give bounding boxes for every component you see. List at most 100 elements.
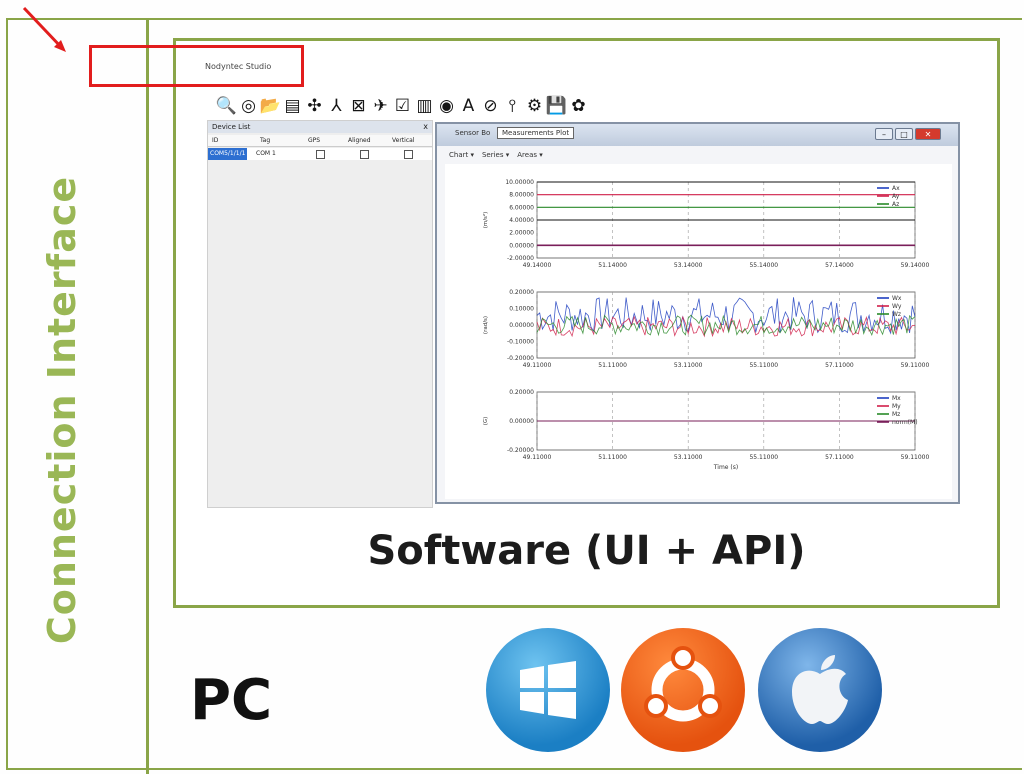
slide-divider	[146, 18, 149, 774]
column-header-vertical[interactable]: Vertical	[392, 135, 414, 147]
device-list-header: ID Tag GPS Aligned Vertical	[208, 135, 432, 147]
axes-icon[interactable]: ⅄	[327, 97, 346, 116]
x-tick-label: 49.11000	[523, 362, 552, 369]
target-icon[interactable]: ◎	[239, 97, 258, 116]
x-tick-label: 57.11000	[825, 362, 854, 369]
device-list-title: Device List	[208, 121, 432, 133]
close-button[interactable]: ✕	[915, 128, 941, 140]
plane-icon[interactable]: ✈	[371, 97, 390, 116]
y-tick-label: 0.00000	[509, 242, 534, 249]
x-tick-label: 51.14000	[598, 262, 627, 269]
x-tick-label: 59.14000	[901, 262, 930, 269]
connection-interface-label: Connection Interface	[40, 175, 84, 645]
x-tick-label: 53.11000	[674, 454, 703, 461]
x-tick-label: 57.14000	[825, 262, 854, 269]
title-highlight-box	[89, 45, 304, 87]
plot-area: 10.00000 8.00000 6.00000 4.00000 2.00000 0.00…	[445, 164, 952, 499]
compass-icon[interactable]: ⊘	[481, 97, 500, 116]
column-header-gps[interactable]: GPS	[308, 135, 320, 147]
vertical-checkbox[interactable]	[404, 150, 413, 159]
device-tag-cell: COM 1	[256, 150, 276, 157]
image-icon[interactable]: ⊠	[349, 97, 368, 116]
y-axis-label: (m/s²)	[482, 212, 489, 229]
y-tick-label: 2.00000	[509, 230, 534, 237]
device-id-cell[interactable]: COM5/1/1/1	[208, 148, 248, 160]
y-tick-label: -0.20000	[507, 447, 534, 454]
legend-entry: Ay	[892, 193, 900, 200]
x-axis-label: Time (s)	[713, 464, 738, 471]
pc-label: PC	[190, 668, 273, 733]
chart-icon[interactable]: ▥	[415, 97, 434, 116]
chip-icon[interactable]: ▤	[283, 97, 302, 116]
y-tick-label: 10.00000	[505, 179, 534, 186]
y-tick-label: -2.00000	[507, 255, 534, 262]
x-tick-label: 59.11000	[901, 454, 930, 461]
legend-entry: Wy	[892, 303, 902, 310]
folder-icon[interactable]: 📂	[260, 97, 281, 116]
column-header-id[interactable]: ID	[212, 135, 218, 147]
windows-logo-icon	[486, 628, 610, 752]
maximize-button[interactable]: □	[895, 128, 913, 140]
pin-icon[interactable]: ⫯	[503, 97, 522, 116]
y-tick-label: 0.10000	[509, 306, 534, 313]
letter-a-icon[interactable]: A	[459, 97, 478, 116]
apple-logo-icon	[758, 628, 882, 752]
x-tick-label: 59.11000	[901, 362, 930, 369]
legend-entry: My	[892, 403, 901, 410]
legend-entry: Wz	[892, 311, 901, 318]
x-tick-label: 53.14000	[674, 262, 703, 269]
pointer-arrow-icon	[22, 6, 66, 52]
x-tick-label: 55.14000	[749, 262, 778, 269]
plot-window-title: Sensor Bo	[455, 129, 491, 137]
ubuntu-logo-icon	[621, 628, 745, 752]
software-caption: Software (UI + API)	[367, 528, 806, 574]
x-tick-label: 51.11000	[598, 362, 627, 369]
menu-areas[interactable]: Areas ▾	[517, 151, 543, 159]
device-list-panel: Device List x ID Tag GPS Aligned Vertica…	[207, 120, 433, 508]
save-icon[interactable]: 💾	[546, 97, 567, 116]
y-tick-label: -0.20000	[507, 355, 534, 362]
toolbar: 🔍 ◎ 📂 ▤ ✣ ⅄ ⊠ ✈ ☑ ▥ ◉ A ⊘ ⫯ ⚙ 💾 ✿	[216, 94, 588, 118]
legend-entry: Az	[892, 201, 899, 208]
minimize-button[interactable]: –	[875, 128, 893, 140]
gps-checkbox[interactable]	[316, 150, 325, 159]
column-header-aligned[interactable]: Aligned	[348, 135, 371, 147]
legend-entry: Wx	[892, 295, 902, 302]
column-header-tag[interactable]: Tag	[260, 135, 270, 147]
search-icon[interactable]: 🔍	[216, 97, 237, 116]
legend-entry: Mz	[892, 411, 900, 418]
menu-series[interactable]: Series ▾	[482, 151, 509, 159]
menu-chart[interactable]: Chart ▾	[449, 151, 474, 159]
y-axis-label: (rad/s)	[483, 316, 489, 334]
brain-icon[interactable]: ✿	[569, 97, 588, 116]
y-tick-label: -0.10000	[507, 339, 534, 346]
plot-window: Sensor Bo Measurements Plot – □ ✕ Chart …	[435, 122, 960, 504]
checkbox-icon[interactable]: ☑	[393, 97, 412, 116]
legend-entry: Ax	[892, 185, 900, 192]
plot-window-tooltip: Measurements Plot	[497, 127, 575, 139]
legend-entry: norm(M)	[892, 419, 918, 426]
y-axis-label: (G)	[483, 417, 489, 426]
x-tick-label: 55.11000	[749, 454, 778, 461]
aligned-checkbox[interactable]	[360, 150, 369, 159]
gear-icon[interactable]: ⚙	[525, 97, 544, 116]
y-tick-label: 0.00000	[509, 418, 534, 425]
legend-entry: Mx	[892, 395, 901, 402]
x-tick-label: 49.14000	[523, 262, 552, 269]
x-tick-label: 51.11000	[598, 454, 627, 461]
x-tick-label: 53.11000	[674, 362, 703, 369]
y-tick-label: 8.00000	[509, 192, 534, 199]
table-row[interactable]: COM5/1/1/1 COM 1	[208, 148, 432, 160]
y-tick-label: 4.00000	[509, 217, 534, 224]
y-tick-label: 6.00000	[509, 204, 534, 211]
x-tick-label: 57.11000	[825, 454, 854, 461]
close-icon[interactable]: x	[423, 121, 428, 133]
y-tick-label: 0.20000	[509, 389, 534, 396]
network-icon[interactable]: ✣	[305, 97, 324, 116]
globe-icon[interactable]: ◉	[437, 97, 456, 116]
y-tick-label: 0.20000	[509, 289, 534, 296]
x-tick-label: 49.11000	[523, 454, 552, 461]
x-tick-label: 55.11000	[749, 362, 778, 369]
plot-window-menu: Chart ▾ Series ▾ Areas ▾	[449, 151, 543, 159]
y-tick-label: 0.00000	[509, 322, 534, 329]
